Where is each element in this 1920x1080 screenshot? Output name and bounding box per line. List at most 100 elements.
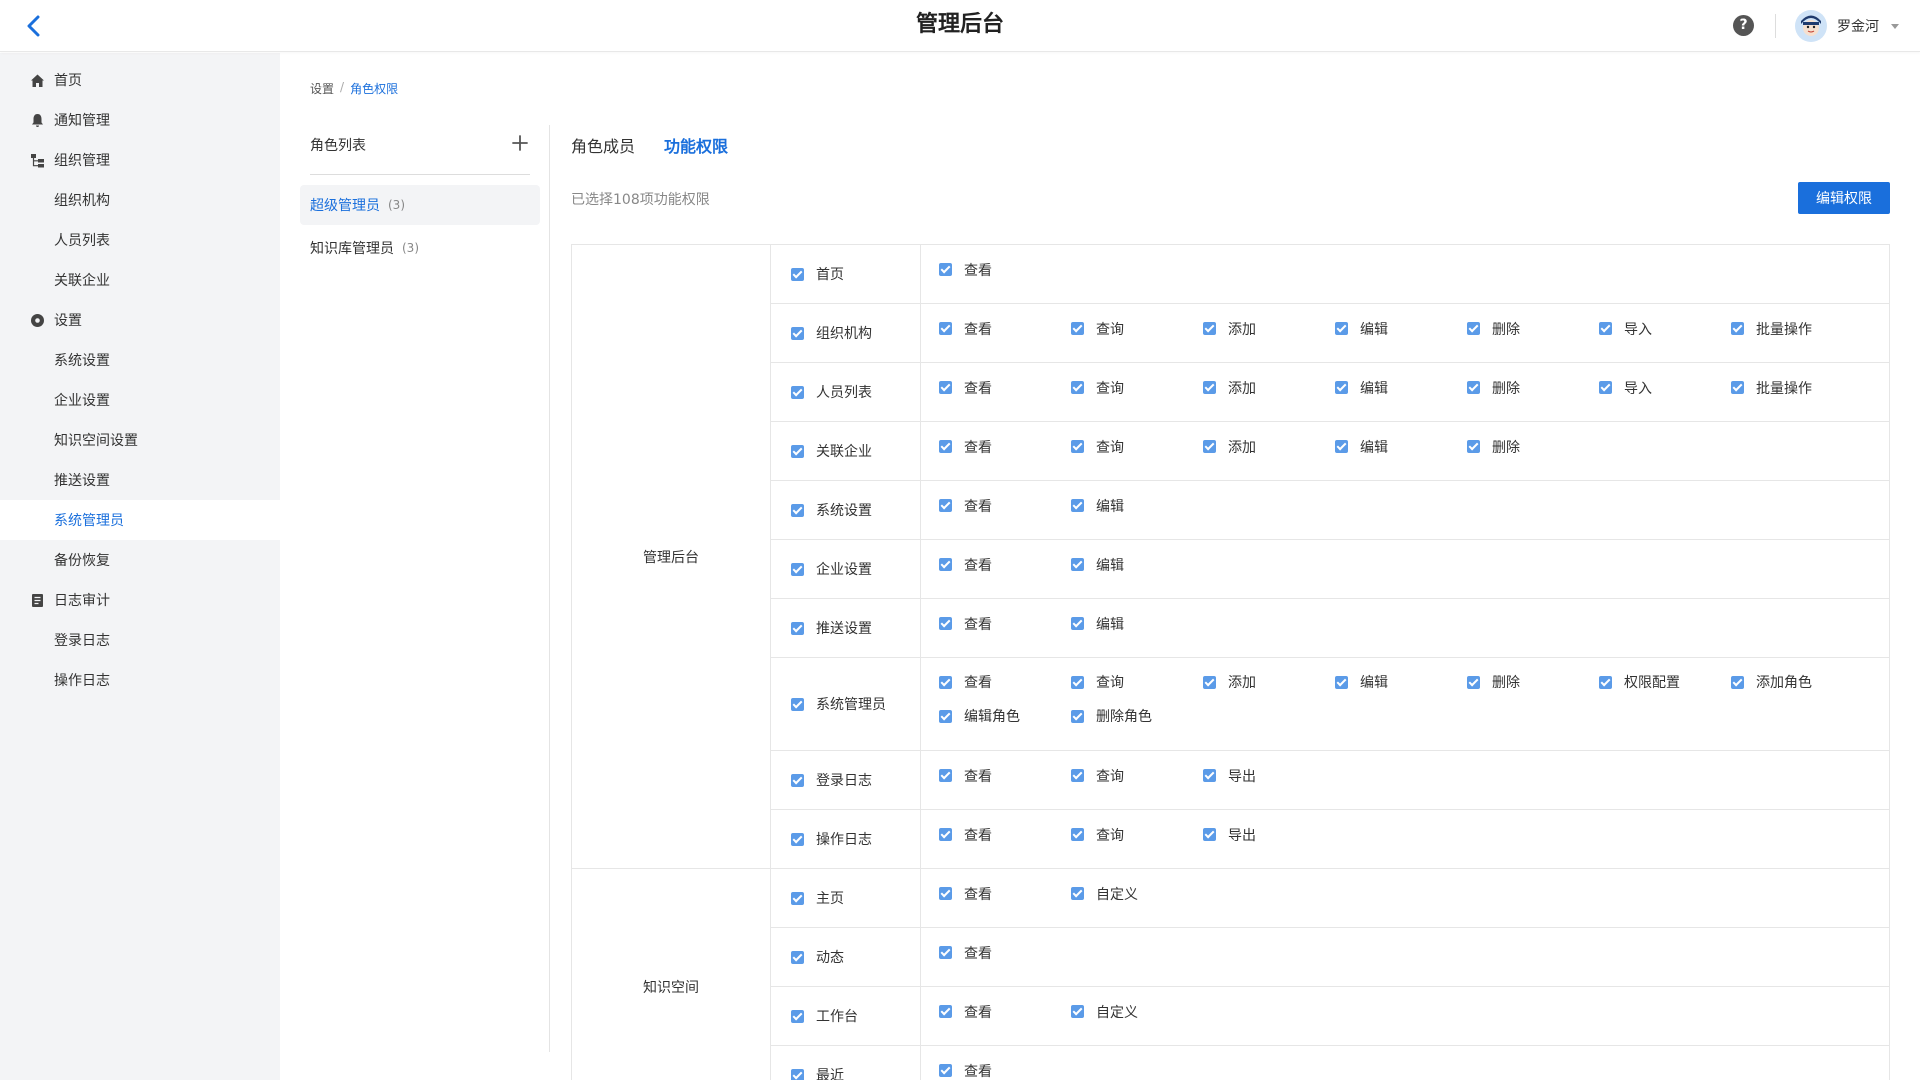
checkbox-checked-icon[interactable] [1071,558,1084,571]
action-checkbox[interactable]: 查看 [939,672,992,692]
checkbox-checked-icon[interactable] [791,832,804,846]
role-item-kb-admin[interactable]: 知识库管理员 (3) [300,228,540,268]
checkbox-checked-icon[interactable] [1071,675,1084,689]
checkbox-checked-icon[interactable] [939,828,952,841]
sidebar-item-staff-list[interactable]: 人员列表 [0,220,280,260]
action-checkbox[interactable]: 删除角色 [1071,706,1152,726]
checkbox-checked-icon[interactable] [1335,322,1348,335]
action-checkbox[interactable]: 查询 [1071,319,1124,339]
module-checkbox[interactable]: 主页 [791,888,844,908]
action-checkbox[interactable]: 添加 [1203,437,1256,457]
action-checkbox[interactable]: 删除 [1467,319,1520,339]
sidebar-item-system-settings[interactable]: 系统设置 [0,340,280,380]
sidebar-item-enterprise-settings[interactable]: 企业设置 [0,380,280,420]
checkbox-checked-icon[interactable] [791,326,804,340]
tab-function-permissions[interactable]: 功能权限 [664,133,728,157]
action-checkbox[interactable]: 导出 [1203,825,1256,845]
action-checkbox[interactable]: 查询 [1071,378,1124,398]
checkbox-checked-icon[interactable] [1071,499,1084,512]
checkbox-checked-icon[interactable] [1071,617,1084,630]
action-checkbox[interactable]: 编辑 [1335,672,1388,692]
action-checkbox[interactable]: 导出 [1203,766,1256,786]
checkbox-checked-icon[interactable] [791,267,804,281]
action-checkbox[interactable]: 查看 [939,1002,992,1022]
action-checkbox[interactable]: 导入 [1599,319,1652,339]
checkbox-checked-icon[interactable] [1335,440,1348,453]
module-checkbox[interactable]: 动态 [791,947,844,967]
checkbox-checked-icon[interactable] [1203,828,1216,841]
action-checkbox[interactable]: 编辑角色 [939,706,1020,726]
tab-role-members[interactable]: 角色成员 [571,133,635,157]
checkbox-checked-icon[interactable] [791,1009,804,1023]
checkbox-checked-icon[interactable] [791,444,804,458]
edit-permissions-button[interactable]: 编辑权限 [1798,182,1890,214]
action-checkbox[interactable]: 权限配置 [1599,672,1680,692]
checkbox-checked-icon[interactable] [939,499,952,512]
checkbox-checked-icon[interactable] [1203,675,1216,689]
checkbox-checked-icon[interactable] [1071,440,1084,453]
module-checkbox[interactable]: 企业设置 [791,559,872,579]
sidebar-item-push-settings[interactable]: 推送设置 [0,460,280,500]
module-checkbox[interactable]: 组织机构 [791,323,872,343]
checkbox-checked-icon[interactable] [791,385,804,399]
action-checkbox[interactable]: 添加角色 [1731,672,1812,692]
module-checkbox[interactable]: 操作日志 [791,829,872,849]
sidebar-item-log-audit[interactable]: 日志审计 [0,580,280,620]
action-checkbox[interactable]: 导入 [1599,378,1652,398]
checkbox-checked-icon[interactable] [1467,322,1480,335]
checkbox-checked-icon[interactable] [1335,381,1348,394]
action-checkbox[interactable]: 查看 [939,766,992,786]
checkbox-checked-icon[interactable] [791,1068,804,1080]
help-icon[interactable]: ? [1733,15,1754,36]
sidebar-item-notifications[interactable]: 通知管理 [0,100,280,140]
action-checkbox[interactable]: 批量操作 [1731,378,1812,398]
checkbox-checked-icon[interactable] [791,891,804,905]
action-checkbox[interactable]: 查看 [939,260,992,280]
checkbox-checked-icon[interactable] [939,1005,952,1018]
checkbox-checked-icon[interactable] [791,697,804,711]
action-checkbox[interactable]: 编辑 [1071,614,1124,634]
sidebar-item-login-log[interactable]: 登录日志 [0,620,280,660]
checkbox-checked-icon[interactable] [1203,440,1216,453]
action-checkbox[interactable]: 查看 [939,825,992,845]
module-checkbox[interactable]: 首页 [791,264,844,284]
checkbox-checked-icon[interactable] [791,562,804,576]
back-button[interactable] [20,12,48,40]
sidebar-item-related-companies[interactable]: 关联企业 [0,260,280,300]
action-checkbox[interactable]: 查看 [939,437,992,457]
checkbox-checked-icon[interactable] [791,503,804,517]
sidebar-item-home[interactable]: 首页 [0,60,280,100]
checkbox-checked-icon[interactable] [791,773,804,787]
sidebar-item-system-admin[interactable]: 系统管理员 [0,500,280,540]
action-checkbox[interactable]: 添加 [1203,672,1256,692]
action-checkbox[interactable]: 查看 [939,319,992,339]
checkbox-checked-icon[interactable] [939,946,952,959]
action-checkbox[interactable]: 编辑 [1335,319,1388,339]
action-checkbox[interactable]: 查看 [939,1061,992,1080]
module-checkbox[interactable]: 工作台 [791,1006,858,1026]
action-checkbox[interactable]: 自定义 [1071,1002,1138,1022]
checkbox-checked-icon[interactable] [1731,381,1744,394]
module-checkbox[interactable]: 系统设置 [791,500,872,520]
checkbox-checked-icon[interactable] [1599,322,1612,335]
checkbox-checked-icon[interactable] [939,709,952,723]
action-checkbox[interactable]: 查看 [939,555,992,575]
checkbox-checked-icon[interactable] [939,558,952,571]
module-checkbox[interactable]: 登录日志 [791,770,872,790]
sidebar-item-settings[interactable]: 设置 [0,300,280,340]
action-checkbox[interactable]: 查询 [1071,672,1124,692]
action-checkbox[interactable]: 查看 [939,496,992,516]
checkbox-checked-icon[interactable] [1599,381,1612,394]
sidebar-item-backup-restore[interactable]: 备份恢复 [0,540,280,580]
checkbox-checked-icon[interactable] [1203,381,1216,394]
role-item-super-admin[interactable]: 超级管理员 (3) [300,185,540,225]
module-checkbox[interactable]: 人员列表 [791,382,872,402]
checkbox-checked-icon[interactable] [939,381,952,394]
checkbox-checked-icon[interactable] [939,769,952,782]
action-checkbox[interactable]: 查询 [1071,766,1124,786]
action-checkbox[interactable]: 编辑 [1335,437,1388,457]
sidebar-item-org-structure[interactable]: 组织机构 [0,180,280,220]
action-checkbox[interactable]: 删除 [1467,672,1520,692]
checkbox-checked-icon[interactable] [1071,322,1084,335]
checkbox-checked-icon[interactable] [939,887,952,900]
